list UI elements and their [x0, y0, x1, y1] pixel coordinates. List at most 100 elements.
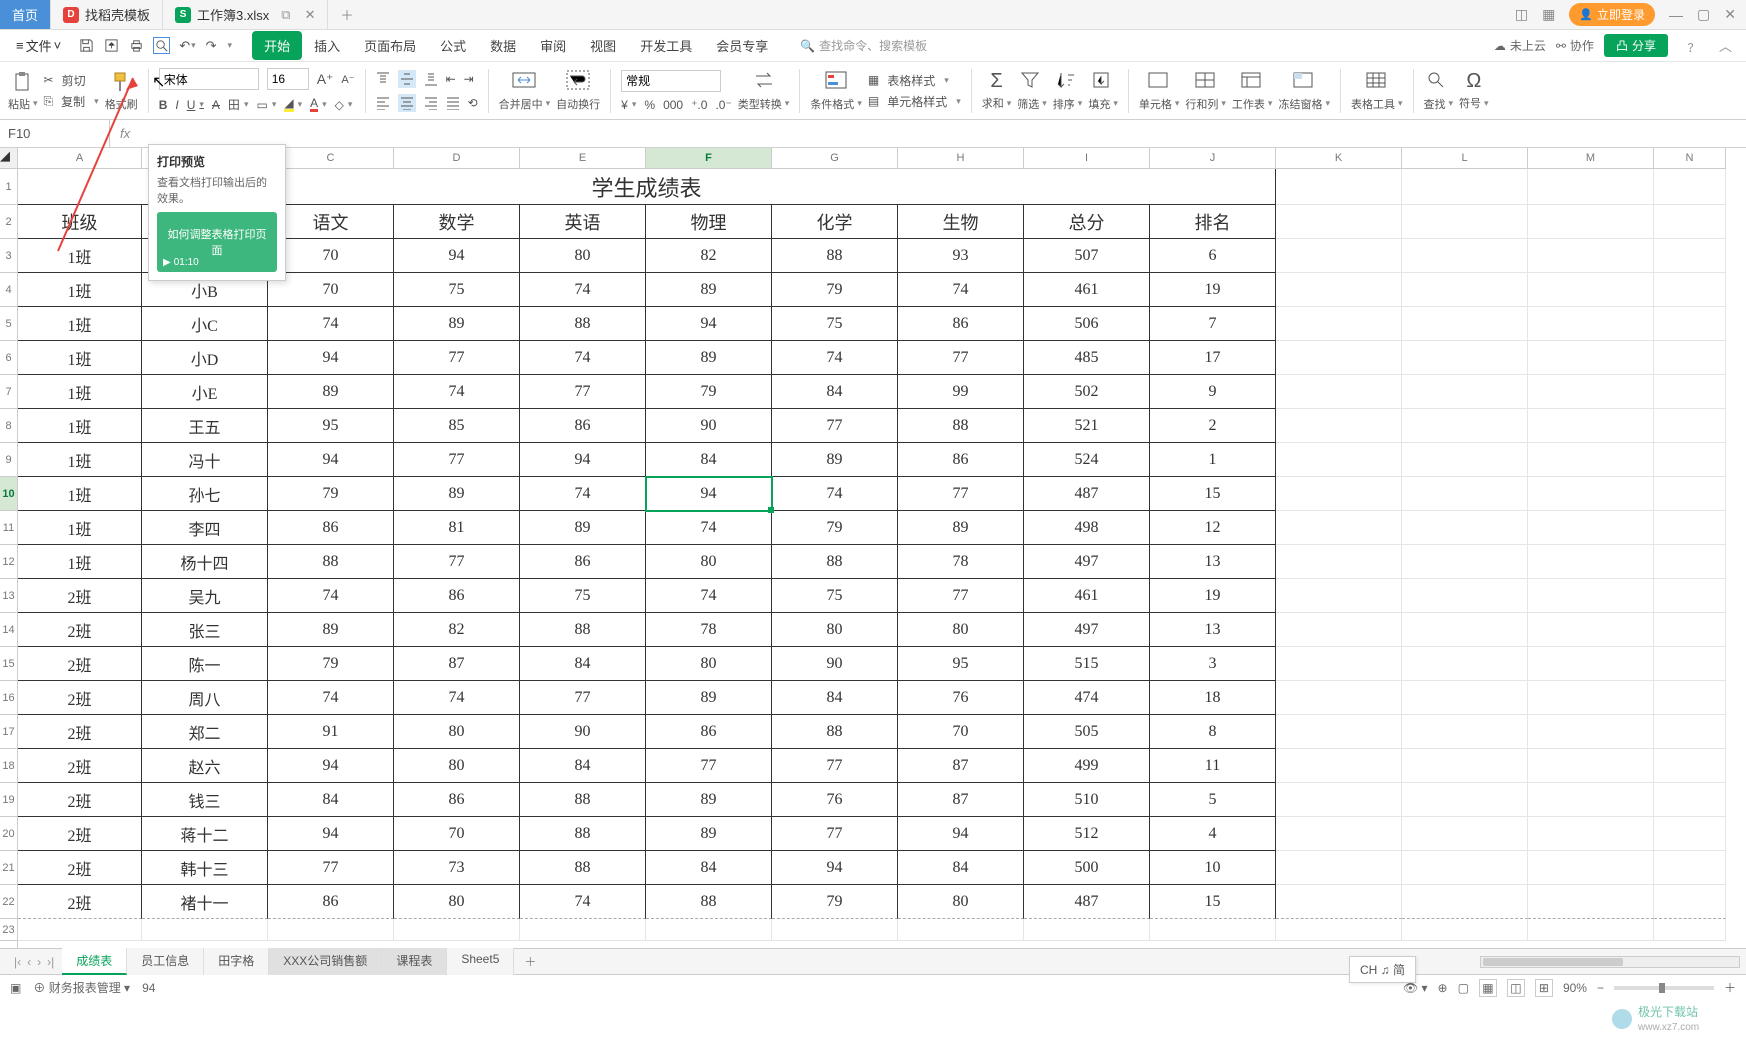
cell[interactable] [1654, 341, 1726, 375]
cell-button[interactable]: 单元格▾ [1139, 70, 1180, 112]
cell[interactable]: 73 [394, 851, 520, 885]
align-left-icon[interactable] [376, 96, 390, 110]
cell[interactable]: 88 [520, 783, 646, 817]
table-tools-button[interactable]: 表格工具▾ [1351, 70, 1403, 112]
sheet-tab[interactable]: 课程表 [382, 948, 447, 975]
cell[interactable] [1402, 375, 1528, 409]
cell[interactable] [1654, 477, 1726, 511]
select-all-corner[interactable]: ◢ [0, 148, 17, 169]
cell[interactable]: 87 [898, 749, 1024, 783]
tab-file[interactable]: S工作簿3.xlsx⧉✕ [163, 0, 328, 29]
cell[interactable]: 77 [394, 341, 520, 375]
cell[interactable]: 86 [898, 307, 1024, 341]
cell[interactable] [1402, 239, 1528, 273]
align-middle-icon[interactable] [398, 70, 416, 88]
cell[interactable]: 86 [898, 443, 1024, 477]
row-header-7[interactable]: 7 [0, 375, 17, 409]
cell[interactable]: 1班 [18, 477, 142, 511]
export-icon[interactable] [104, 38, 119, 53]
cell[interactable]: 74 [268, 579, 394, 613]
cell[interactable] [1402, 919, 1528, 941]
cell[interactable]: 蒋十二 [142, 817, 268, 851]
row-header-5[interactable]: 5 [0, 307, 17, 341]
cell[interactable] [1528, 205, 1654, 239]
cell[interactable]: 77 [898, 579, 1024, 613]
cell[interactable] [1528, 307, 1654, 341]
row-header-4[interactable]: 4 [0, 273, 17, 307]
cell[interactable]: 88 [772, 239, 898, 273]
cell[interactable]: 86 [394, 783, 520, 817]
view-page-icon[interactable]: ◫ [1507, 979, 1525, 997]
cell[interactable]: 77 [898, 341, 1024, 375]
grid[interactable]: 学生成绩表班级姓名语文数学英语物理化学生物总分排名1班小A70948082889… [18, 169, 1746, 941]
cell[interactable]: 461 [1024, 579, 1150, 613]
align-bottom-icon[interactable] [424, 72, 438, 86]
menu-tab-dev[interactable]: 开发工具 [628, 31, 704, 60]
row-header-8[interactable]: 8 [0, 409, 17, 443]
cell[interactable]: 周八 [142, 681, 268, 715]
cell[interactable]: 80 [394, 885, 520, 919]
cell[interactable]: 86 [646, 715, 772, 749]
row-header-18[interactable]: 18 [0, 749, 17, 783]
cell[interactable] [1276, 239, 1402, 273]
fill-color-button[interactable]: ◢▾ [284, 98, 302, 112]
cell[interactable] [1402, 409, 1528, 443]
cell[interactable] [1654, 169, 1726, 205]
col-header-F[interactable]: F [646, 148, 772, 169]
cell[interactable]: 94 [268, 749, 394, 783]
cell[interactable]: 1班 [18, 545, 142, 579]
cell[interactable] [1654, 205, 1726, 239]
cell[interactable]: 515 [1024, 647, 1150, 681]
font-color-button[interactable]: A▾ [310, 98, 327, 112]
cell[interactable] [1528, 511, 1654, 545]
cell[interactable]: 80 [646, 545, 772, 579]
cell[interactable] [1402, 545, 1528, 579]
cell[interactable]: 1班 [18, 511, 142, 545]
cell[interactable]: 79 [772, 511, 898, 545]
row-header-2[interactable]: 2 [0, 205, 17, 239]
cell[interactable] [1528, 749, 1654, 783]
cell[interactable]: 2班 [18, 613, 142, 647]
cell[interactable]: 79 [646, 375, 772, 409]
cell[interactable]: 77 [772, 749, 898, 783]
number-format-select[interactable] [621, 70, 721, 92]
cell[interactable]: 77 [520, 375, 646, 409]
cell[interactable]: 18 [1150, 681, 1276, 715]
row-header-15[interactable]: 15 [0, 647, 17, 681]
cell[interactable]: 杨十四 [142, 545, 268, 579]
cell[interactable]: 521 [1024, 409, 1150, 443]
cell[interactable] [1654, 919, 1726, 941]
row-header-17[interactable]: 17 [0, 715, 17, 749]
cell[interactable] [1402, 885, 1528, 919]
cell[interactable]: 88 [646, 885, 772, 919]
cell[interactable]: 77 [898, 477, 1024, 511]
cell[interactable]: 79 [772, 273, 898, 307]
col-header-G[interactable]: G [772, 148, 898, 169]
cell[interactable]: 80 [898, 885, 1024, 919]
cell[interactable]: 88 [520, 613, 646, 647]
cell[interactable] [1528, 783, 1654, 817]
maximize-button[interactable]: ▢ [1697, 6, 1710, 23]
currency-icon[interactable]: ¥▾ [621, 98, 636, 112]
tab-nav-prev[interactable]: ‹ [27, 955, 31, 969]
redo-icon[interactable]: ↷ [206, 38, 217, 54]
cell[interactable]: 物理 [646, 205, 772, 239]
row-header-22[interactable]: 22 [0, 885, 17, 919]
cell[interactable]: 88 [772, 545, 898, 579]
row-header-19[interactable]: 19 [0, 783, 17, 817]
cell[interactable]: 485 [1024, 341, 1150, 375]
filter-button[interactable]: 筛选▾ [1017, 70, 1047, 112]
cell[interactable] [1402, 681, 1528, 715]
cell[interactable]: 1班 [18, 273, 142, 307]
cell[interactable]: 81 [394, 511, 520, 545]
cell[interactable] [1528, 579, 1654, 613]
cell[interactable]: 1班 [18, 239, 142, 273]
cell[interactable]: 89 [646, 273, 772, 307]
cell[interactable]: 80 [898, 613, 1024, 647]
col-header-J[interactable]: J [1150, 148, 1276, 169]
cell[interactable]: 99 [898, 375, 1024, 409]
cell[interactable]: 88 [268, 545, 394, 579]
sheet-tab[interactable]: 成绩表 [62, 948, 127, 975]
share-button[interactable]: 凸 分享 [1604, 34, 1668, 57]
cell[interactable] [1654, 647, 1726, 681]
